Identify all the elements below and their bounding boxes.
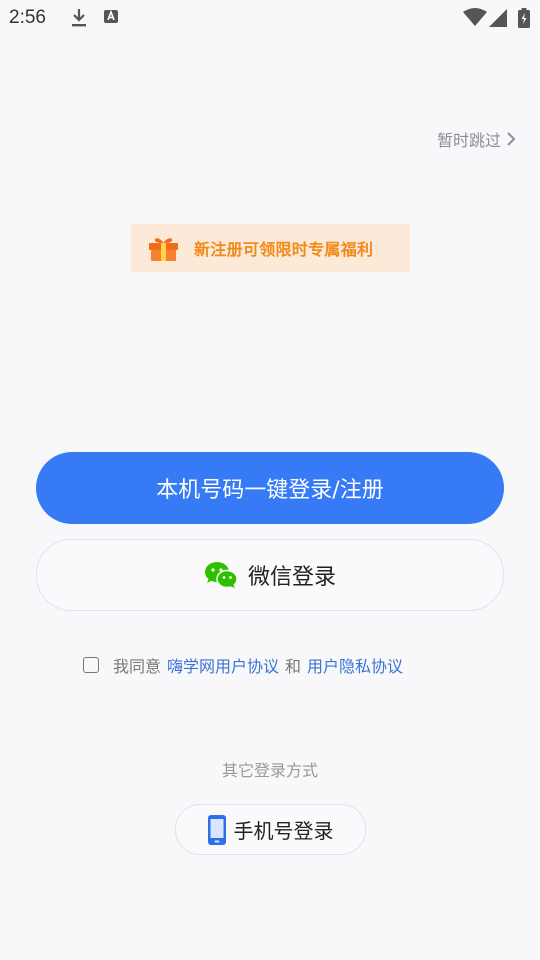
text-a-icon [104, 9, 118, 23]
one-click-login-button[interactable]: 本机号码一键登录/注册 [36, 452, 504, 524]
status-bar: 2:56 [0, 0, 540, 36]
privacy-agreement-link[interactable]: 用户隐私协议 [307, 653, 403, 677]
agreement-row: 我同意 嗨学网用户协议 和 用户隐私协议 [83, 653, 403, 677]
promo-banner: 新注册可领限时专属福利 [131, 224, 410, 272]
chevron-right-icon [507, 132, 516, 146]
wechat-icon [204, 562, 238, 589]
gift-icon [149, 238, 178, 261]
skip-button[interactable]: 暂时跳过 [437, 127, 516, 151]
wifi-icon [463, 8, 487, 26]
wechat-login-button[interactable]: 微信登录 [36, 539, 504, 611]
phone-icon [207, 814, 226, 845]
phone-login-button[interactable]: 手机号登录 [175, 804, 366, 855]
agreement-prefix: 我同意 [113, 657, 162, 676]
agreement-checkbox[interactable] [83, 657, 99, 673]
wechat-login-label: 微信登录 [247, 565, 336, 590]
promo-text: 新注册可领限时专属福利 [194, 240, 374, 259]
signal-icon [489, 9, 507, 27]
user-agreement-link[interactable]: 嗨学网用户协议 [167, 653, 279, 677]
agreement-conjunction: 和 [285, 657, 302, 676]
skip-label: 暂时跳过 [436, 131, 501, 150]
download-icon [72, 9, 86, 27]
phone-login-label: 手机号登录 [233, 819, 334, 843]
status-time: 2:56 [9, 7, 46, 28]
other-login-title: 其它登录方式 [221, 761, 318, 780]
battery-icon [518, 8, 530, 28]
